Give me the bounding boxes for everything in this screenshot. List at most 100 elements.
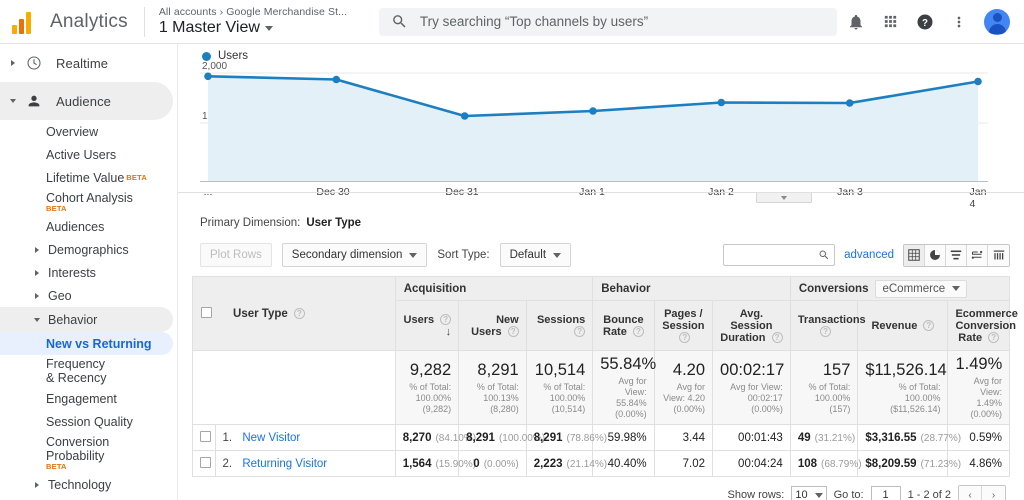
- sidebar-item-technology[interactable]: Technology: [0, 473, 177, 496]
- sidebar-item-cohort-analysis[interactable]: Cohort Analysis BETA: [0, 189, 177, 215]
- sidebar-item-active-users[interactable]: Active Users: [0, 143, 177, 166]
- help-icon[interactable]: ?: [916, 13, 934, 31]
- help-icon[interactable]: ?: [632, 326, 644, 338]
- cell-users: 1,564 (15.90%): [394, 450, 476, 477]
- goto-page-input[interactable]: 1: [870, 485, 901, 500]
- show-rows-select[interactable]: 10: [791, 485, 827, 500]
- sidebar-item-conversion-probability[interactable]: Conversion Probability BETA: [0, 433, 177, 473]
- help-icon[interactable]: ?: [771, 332, 783, 344]
- plot-rows-button[interactable]: Plot Rows: [200, 243, 272, 267]
- column-header-revenue[interactable]: Revenue ?: [857, 300, 949, 351]
- sidebar-item-overview[interactable]: Overview: [0, 120, 177, 143]
- sort-type-button[interactable]: Default: [499, 243, 572, 267]
- svg-text:?: ?: [922, 17, 928, 28]
- chart-point[interactable]: [974, 77, 982, 86]
- sidebar-item-session-quality[interactable]: Session Quality: [0, 410, 177, 433]
- audience-subnav: Overview Active Users Lifetime Value BETA…: [0, 120, 177, 496]
- column-header-ecommerce-conversion-rate[interactable]: Ecommerce Conversion Rate ?: [947, 300, 1018, 351]
- row-link-returning-visitor[interactable]: Returning Visitor: [242, 458, 327, 470]
- column-header-sessions[interactable]: Sessions ?: [525, 300, 594, 351]
- column-header-avg-session-duration[interactable]: Avg. Session Duration ?: [712, 300, 791, 351]
- column-header-new-users[interactable]: New Users ?: [458, 300, 527, 351]
- sidebar-item-conversion-probability-wrap: Conversion Probability BETA: [46, 435, 112, 471]
- chart-point[interactable]: [204, 72, 212, 81]
- sidebar-item-geo[interactable]: Geo: [0, 284, 177, 307]
- summary-bounce-rate-value: 55.84%: [600, 355, 657, 373]
- chart-point[interactable]: [332, 75, 341, 84]
- help-icon[interactable]: ?: [679, 332, 691, 344]
- performance-view-icon[interactable]: [946, 244, 967, 266]
- sidebar-item-audiences[interactable]: Audiences: [0, 215, 177, 238]
- main-content: Users 2,000 1,000 ... Dec 30 Dec 31 Jan …: [178, 44, 1024, 500]
- global-search-input[interactable]: Try searching “Top channels by users”: [378, 7, 837, 36]
- column-header-pages-session[interactable]: Pages / Session ?: [653, 300, 714, 351]
- conversions-goal-dropdown[interactable]: eCommerce: [875, 279, 968, 298]
- sidebar-item-behavior[interactable]: Behavior: [0, 307, 173, 332]
- table-search-input[interactable]: [723, 244, 836, 266]
- help-icon[interactable]: ?: [293, 307, 305, 319]
- sidebar-item-demographics[interactable]: Demographics: [0, 238, 177, 261]
- chart-point[interactable]: [717, 98, 726, 107]
- secondary-dimension-button[interactable]: Secondary dimension: [281, 243, 428, 267]
- column-header-bounce-rate[interactable]: Bounce Rate ?: [592, 300, 655, 351]
- sidebar-item-realtime[interactable]: Realtime: [0, 44, 177, 82]
- select-all-checkbox[interactable]: [201, 306, 212, 318]
- cell-revenue-pct: (28.77%): [920, 432, 962, 444]
- chevron-right-icon: [35, 269, 39, 276]
- clock-icon: [24, 55, 44, 71]
- prev-page-button[interactable]: ‹: [959, 485, 982, 500]
- cell-users: 8,270 (84.10%): [394, 424, 476, 451]
- primary-dimension-value[interactable]: User Type: [306, 217, 361, 229]
- help-icon[interactable]: ?: [440, 314, 452, 326]
- sidebar-item-engagement[interactable]: Engagement: [0, 387, 177, 410]
- row-checkbox[interactable]: [200, 456, 211, 468]
- help-icon[interactable]: ?: [820, 326, 832, 338]
- summary-cell-avg-session-duration: 00:02:17 Avg for View: 00:02:17 (0.00%): [712, 350, 791, 425]
- sidebar-item-new-vs-returning[interactable]: New vs Returning: [0, 332, 173, 355]
- sidebar-item-interests[interactable]: Interests: [0, 261, 177, 284]
- pie-view-icon[interactable]: [925, 244, 946, 266]
- show-rows-label: Show rows:: [727, 489, 785, 500]
- chart-point[interactable]: [845, 99, 854, 107]
- next-page-button[interactable]: ›: [982, 485, 1005, 500]
- account-selector[interactable]: All accounts › Google Merchandise St... …: [159, 6, 369, 37]
- view-name[interactable]: 1 Master View: [159, 19, 369, 37]
- sidebar-item-audience[interactable]: Audience: [0, 82, 173, 120]
- table-row[interactable]: 2. Returning Visitor 1,564 (15.90%) 0 (0.0…: [192, 450, 1010, 477]
- cell-sessions-value: 2,223: [533, 457, 563, 470]
- sidebar-item-frequency-recency[interactable]: Frequency & Recency: [0, 355, 177, 387]
- person-icon: [24, 93, 44, 109]
- chevron-down-icon: [814, 492, 823, 498]
- search-icon: [392, 15, 406, 28]
- sidebar-item-lifetime-value[interactable]: Lifetime Value BETA: [0, 166, 177, 189]
- column-pages-session-label: Pages / Session: [662, 307, 705, 332]
- help-icon[interactable]: ?: [574, 326, 586, 338]
- summary-revenue-value: $11,526.14: [865, 360, 947, 379]
- cell-new-users-value: 0: [473, 457, 480, 470]
- chart-plot-area[interactable]: 2,000 1,000 ... Dec 30 Dec 31 Jan 1 Jan …: [200, 61, 988, 210]
- row-link-new-visitor[interactable]: New Visitor: [242, 432, 300, 444]
- help-icon[interactable]: ?: [923, 320, 935, 332]
- help-icon[interactable]: ?: [988, 332, 1000, 344]
- apps-grid-icon[interactable]: [882, 13, 899, 30]
- summary-cell-new-users: 8,291 % of Total: 100.13% (8,280): [458, 350, 527, 425]
- column-header-users[interactable]: Users ? ↓: [394, 300, 460, 351]
- cell-new-users-pct: (0.00%): [483, 458, 519, 470]
- column-header-transactions[interactable]: Transactions ?: [789, 300, 866, 351]
- pivot-view-icon[interactable]: [988, 244, 1009, 266]
- table-view-icon[interactable]: [904, 244, 925, 266]
- chart-point[interactable]: [460, 112, 469, 120]
- sidebar-item-new-vs-returning-label: New vs Returning: [46, 336, 152, 351]
- table-row[interactable]: 1. New Visitor 8,270 (84.10%) 8,291 (100.0…: [192, 424, 1010, 451]
- help-icon[interactable]: ?: [507, 326, 519, 338]
- cell-avg-session-duration: 00:04:24: [712, 450, 791, 477]
- chart-date-slider-handle[interactable]: [756, 193, 812, 203]
- bell-icon[interactable]: [847, 13, 865, 31]
- avatar[interactable]: [984, 8, 1010, 35]
- advanced-link[interactable]: advanced: [844, 249, 894, 261]
- more-vert-icon[interactable]: [951, 14, 967, 30]
- row-checkbox[interactable]: [200, 430, 211, 442]
- comparison-view-icon[interactable]: [967, 244, 988, 266]
- dimension-header[interactable]: User Type ?: [215, 276, 396, 351]
- chart-point[interactable]: [589, 107, 597, 115]
